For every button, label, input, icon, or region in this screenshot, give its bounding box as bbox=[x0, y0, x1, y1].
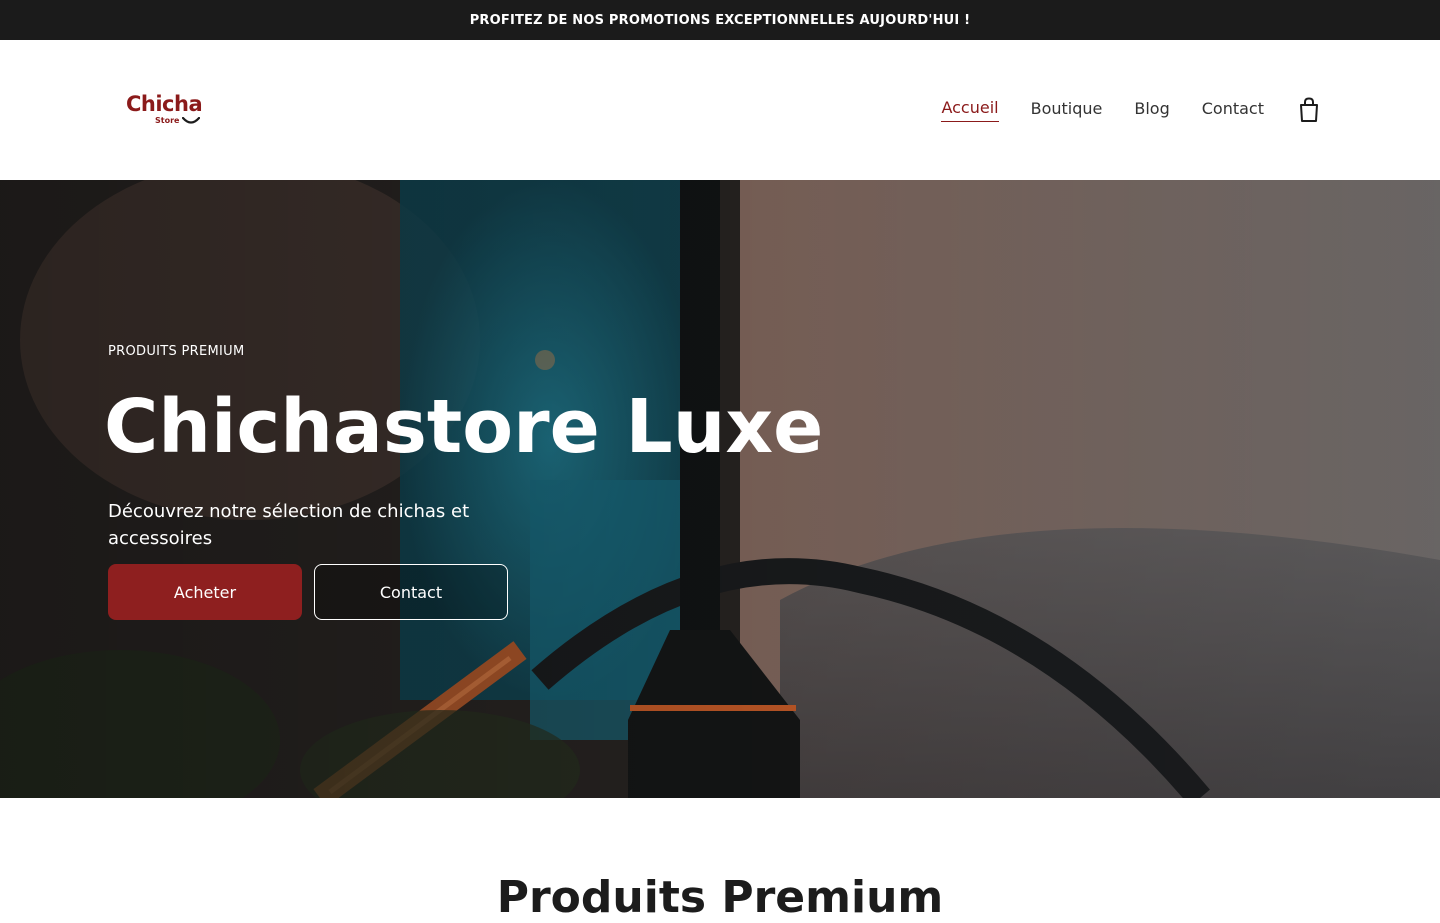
logo-smile-icon bbox=[182, 117, 200, 124]
contact-button[interactable]: Contact bbox=[314, 564, 508, 620]
logo-wordmark: Chicha bbox=[126, 92, 203, 116]
section-title: Produits Premium bbox=[496, 872, 944, 923]
nav-item-boutique[interactable]: Boutique bbox=[1031, 99, 1103, 122]
logo[interactable]: Chicha Store bbox=[124, 90, 208, 130]
shopping-bag-icon[interactable] bbox=[1298, 97, 1320, 123]
hero-overlay bbox=[0, 180, 1440, 798]
hero-title: Chichastore Luxe bbox=[104, 384, 824, 470]
nav-item-accueil[interactable]: Accueil bbox=[941, 98, 999, 122]
logo-subtext: Store bbox=[155, 116, 180, 125]
promo-text: PROFITEZ DE NOS PROMOTIONS EXCEPTIONNELL… bbox=[469, 12, 971, 28]
nav-item-contact[interactable]: Contact bbox=[1202, 99, 1264, 122]
main-nav: Accueil Boutique Blog Contact bbox=[909, 94, 1320, 126]
hero-subtitle: Découvrez notre sélection de chichas et … bbox=[108, 501, 470, 549]
nav-item-blog[interactable]: Blog bbox=[1134, 99, 1169, 122]
buy-button[interactable]: Acheter bbox=[108, 564, 302, 620]
promo-banner: PROFITEZ DE NOS PROMOTIONS EXCEPTIONNELL… bbox=[0, 0, 1440, 40]
site-header: Chicha Store Accueil Boutique Blog Conta… bbox=[0, 40, 1440, 180]
hero-banner: PRODUITS PREMIUM Chichastore Luxe Découv… bbox=[0, 180, 1440, 798]
hero-eyebrow: PRODUITS PREMIUM bbox=[108, 344, 245, 359]
